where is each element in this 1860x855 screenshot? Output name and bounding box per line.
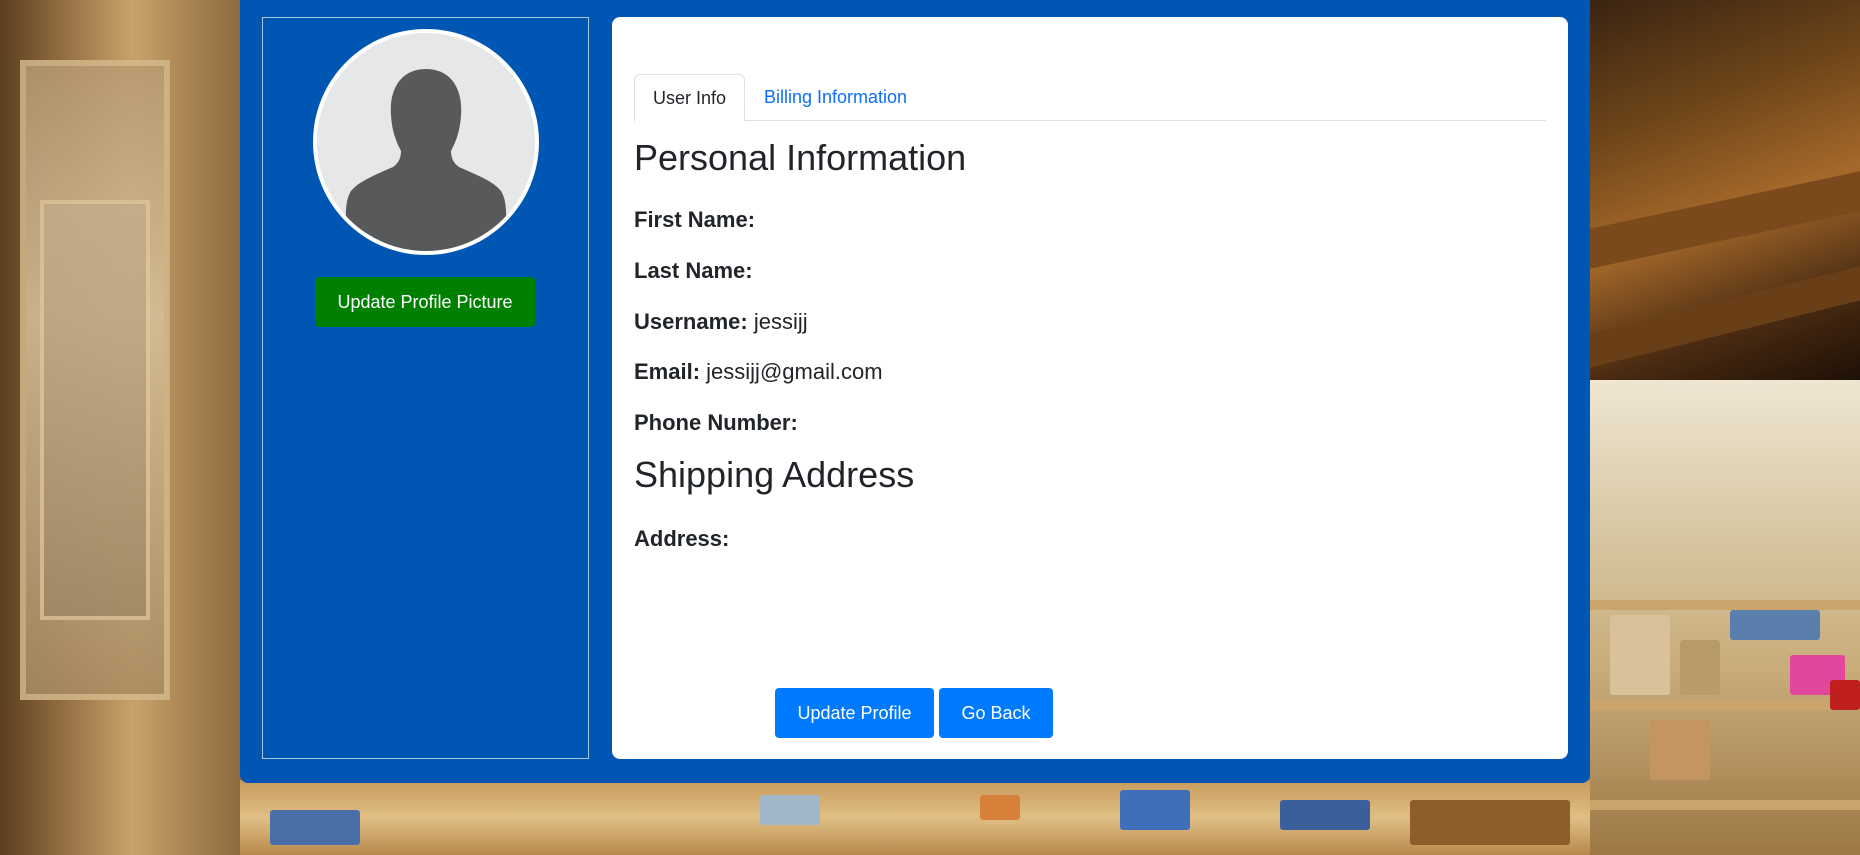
profile-sidebar: Update Profile Picture (262, 17, 589, 759)
shipping-address-heading: Shipping Address (634, 454, 915, 495)
phone-number-field: Phone Number: (634, 410, 798, 436)
update-profile-button[interactable]: Update Profile (775, 688, 934, 738)
address-field: Address: (634, 526, 729, 552)
address-label: Address: (634, 526, 730, 551)
email-label: Email: (634, 359, 701, 384)
first-name-label: First Name: (634, 207, 756, 232)
username-label: Username: (634, 309, 748, 334)
profile-avatar (313, 29, 539, 255)
update-profile-picture-button[interactable]: Update Profile Picture (315, 277, 535, 327)
phone-number-label: Phone Number: (634, 410, 798, 435)
email-field: Email: jessijj@gmail.com (634, 359, 883, 385)
go-back-button[interactable]: Go Back (939, 688, 1053, 738)
username-value: jessijj (753, 309, 808, 334)
email-value: jessijj@gmail.com (706, 359, 883, 384)
profile-tabs: User Info Billing Information (634, 74, 1546, 122)
username-field: Username: jessijj (634, 309, 808, 335)
user-silhouette-icon (345, 69, 507, 251)
last-name-field: Last Name: (634, 258, 753, 284)
profile-panel: Update Profile Picture User Info Billing… (240, 0, 1590, 783)
first-name-field: First Name: (634, 207, 755, 233)
personal-information-heading: Personal Information (634, 137, 967, 178)
tab-billing-information[interactable]: Billing Information (746, 74, 925, 121)
last-name-label: Last Name: (634, 258, 753, 283)
tab-user-info[interactable]: User Info (634, 74, 746, 122)
profile-content: User Info Billing Information Personal I… (612, 17, 1568, 759)
